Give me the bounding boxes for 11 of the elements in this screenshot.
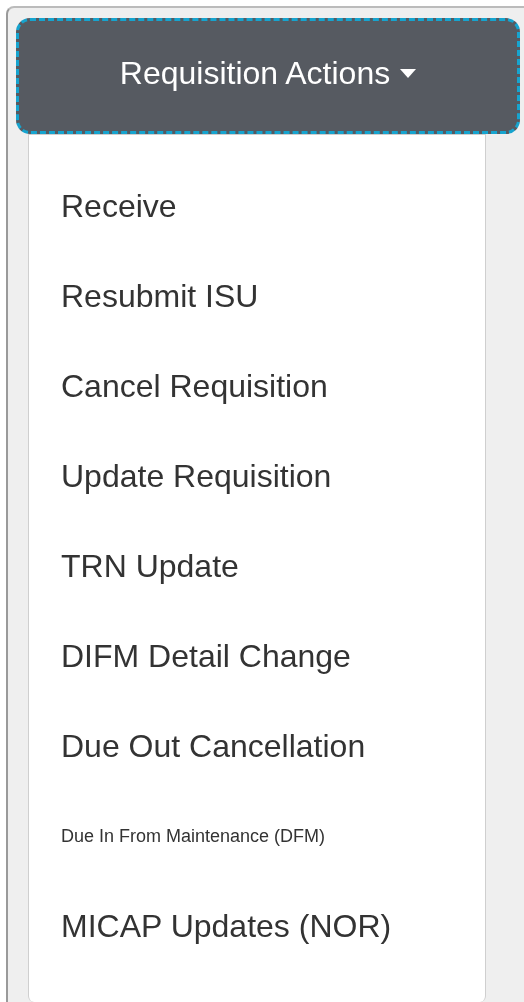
menu-item[interactable]: Update Requisition (29, 431, 485, 521)
menu-item[interactable]: Cancel Requisition (29, 341, 485, 431)
menu-item[interactable]: Due In From Maintenance (DFM) (29, 791, 485, 881)
menu-item[interactable]: TRN Update (29, 521, 485, 611)
requisition-actions-button[interactable]: Requisition Actions (16, 18, 520, 134)
menu-item[interactable]: Receive (29, 161, 485, 251)
menu-item[interactable]: DIFM Detail Change (29, 611, 485, 701)
menu-item[interactable]: Resubmit ISU (29, 251, 485, 341)
menu-item[interactable]: Due Out Cancellation (29, 701, 485, 791)
menu-item[interactable]: MICAP Updates (NOR) (29, 881, 485, 971)
caret-icon (400, 68, 417, 78)
